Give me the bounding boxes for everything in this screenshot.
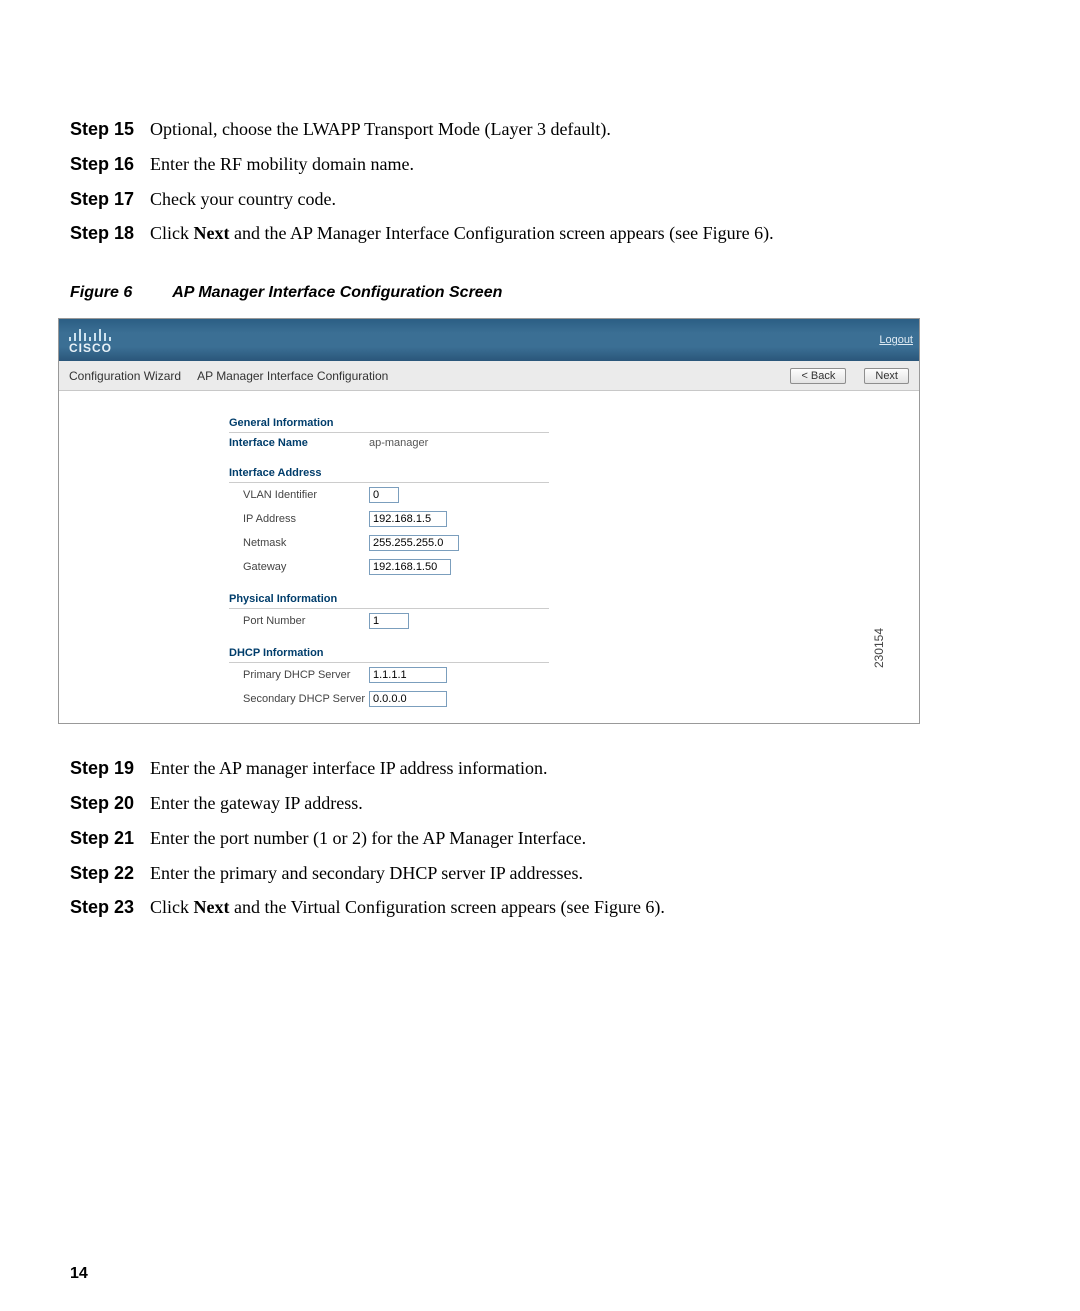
figure-caption: Figure 6 AP Manager Interface Configurati… — [70, 284, 1010, 302]
row-netmask: Netmask — [229, 531, 919, 555]
step-text-after: and the Virtual Configuration screen app… — [229, 897, 664, 917]
step-text: Enter the primary and secondary DHCP ser… — [150, 859, 1010, 888]
step-label: Step 22 — [70, 859, 150, 888]
step-text-before: Click — [150, 897, 194, 917]
row-vlan: VLAN Identifier — [229, 483, 919, 507]
step-text-before: Click — [150, 223, 194, 243]
step-label: Step 16 — [70, 150, 150, 179]
label-secondary-dhcp: Secondary DHCP Server — [229, 693, 369, 705]
input-vlan[interactable] — [369, 487, 399, 503]
step-line: Step 19 Enter the AP manager interface I… — [70, 754, 1010, 783]
section-heading-dhcp: DHCP Information — [229, 641, 549, 663]
steps-after-list: Step 19 Enter the AP manager interface I… — [70, 754, 1010, 922]
step-text-after: and the AP Manager Interface Configurati… — [229, 223, 773, 243]
value-interface-name: ap-manager — [369, 437, 428, 449]
input-gateway[interactable] — [369, 559, 451, 575]
logout-link[interactable]: Logout — [879, 334, 913, 346]
page-title: AP Manager Interface Configuration — [197, 369, 772, 383]
step-label: Step 23 — [70, 893, 150, 922]
step-line: Step 18 Click Next and the AP Manager In… — [70, 219, 1010, 248]
step-label: Step 17 — [70, 185, 150, 214]
label-ip: IP Address — [229, 513, 369, 525]
section-heading-interface-address: Interface Address — [229, 461, 549, 483]
label-port: Port Number — [229, 615, 369, 627]
step-line: Step 21 Enter the port number (1 or 2) f… — [70, 824, 1010, 853]
input-secondary-dhcp[interactable] — [369, 691, 447, 707]
label-vlan: VLAN Identifier — [229, 489, 369, 501]
cisco-brand-text: CISCO — [69, 342, 112, 354]
step-text-bold: Next — [194, 897, 230, 917]
step-text-bold: Next — [194, 223, 230, 243]
screenshot-header: CISCO Logout — [59, 319, 919, 361]
step-text: Enter the RF mobility domain name. — [150, 150, 1010, 179]
back-button[interactable]: < Back — [790, 368, 846, 384]
input-port[interactable] — [369, 613, 409, 629]
screenshot-body: General Information Interface Name ap-ma… — [59, 391, 919, 723]
step-text: Enter the gateway IP address. — [150, 789, 1010, 818]
steps-before-list: Step 15 Optional, choose the LWAPP Trans… — [70, 115, 1010, 248]
step-text: Click Next and the Virtual Configuration… — [150, 893, 1010, 922]
label-primary-dhcp: Primary DHCP Server — [229, 669, 369, 681]
label-netmask: Netmask — [229, 537, 369, 549]
row-gateway: Gateway — [229, 555, 919, 579]
step-text: Enter the AP manager interface IP addres… — [150, 754, 1010, 783]
row-secondary-dhcp: Secondary DHCP Server — [229, 687, 919, 711]
step-text: Optional, choose the LWAPP Transport Mod… — [150, 115, 1010, 144]
label-gateway: Gateway — [229, 561, 369, 573]
cisco-logo: CISCO — [69, 327, 112, 354]
input-netmask[interactable] — [369, 535, 459, 551]
step-line: Step 20 Enter the gateway IP address. — [70, 789, 1010, 818]
next-button[interactable]: Next — [864, 368, 909, 384]
section-heading-physical: Physical Information — [229, 587, 549, 609]
input-ip[interactable] — [369, 511, 447, 527]
label-interface-name: Interface Name — [229, 437, 369, 449]
section-heading-general: General Information — [229, 411, 549, 433]
step-line: Step 15 Optional, choose the LWAPP Trans… — [70, 115, 1010, 144]
row-port: Port Number — [229, 609, 919, 633]
step-line: Step 16 Enter the RF mobility domain nam… — [70, 150, 1010, 179]
figure-label: Figure 6 — [70, 284, 132, 301]
step-label: Step 15 — [70, 115, 150, 144]
row-interface-name: Interface Name ap-manager — [229, 433, 919, 453]
step-line: Step 17 Check your country code. — [70, 185, 1010, 214]
figure-ref-id: 230154 — [872, 628, 886, 668]
row-ip: IP Address — [229, 507, 919, 531]
step-text: Click Next and the AP Manager Interface … — [150, 219, 1010, 248]
cisco-bars-icon — [69, 327, 112, 341]
wizard-label: Configuration Wizard — [69, 369, 181, 383]
step-label: Step 20 — [70, 789, 150, 818]
step-line: Step 22 Enter the primary and secondary … — [70, 859, 1010, 888]
page-number: 14 — [70, 1265, 88, 1283]
figure-title: AP Manager Interface Configuration Scree… — [172, 284, 502, 301]
step-text: Check your country code. — [150, 185, 1010, 214]
input-primary-dhcp[interactable] — [369, 667, 447, 683]
step-label: Step 19 — [70, 754, 150, 783]
step-line: Step 23 Click Next and the Virtual Confi… — [70, 893, 1010, 922]
screenshot-toolbar: Configuration Wizard AP Manager Interfac… — [59, 361, 919, 391]
step-label: Step 21 — [70, 824, 150, 853]
screenshot-wrapper: CISCO Logout Configuration Wizard AP Man… — [58, 318, 920, 724]
row-primary-dhcp: Primary DHCP Server — [229, 663, 919, 687]
cisco-screenshot: CISCO Logout Configuration Wizard AP Man… — [58, 318, 920, 724]
step-text: Enter the port number (1 or 2) for the A… — [150, 824, 1010, 853]
step-label: Step 18 — [70, 219, 150, 248]
